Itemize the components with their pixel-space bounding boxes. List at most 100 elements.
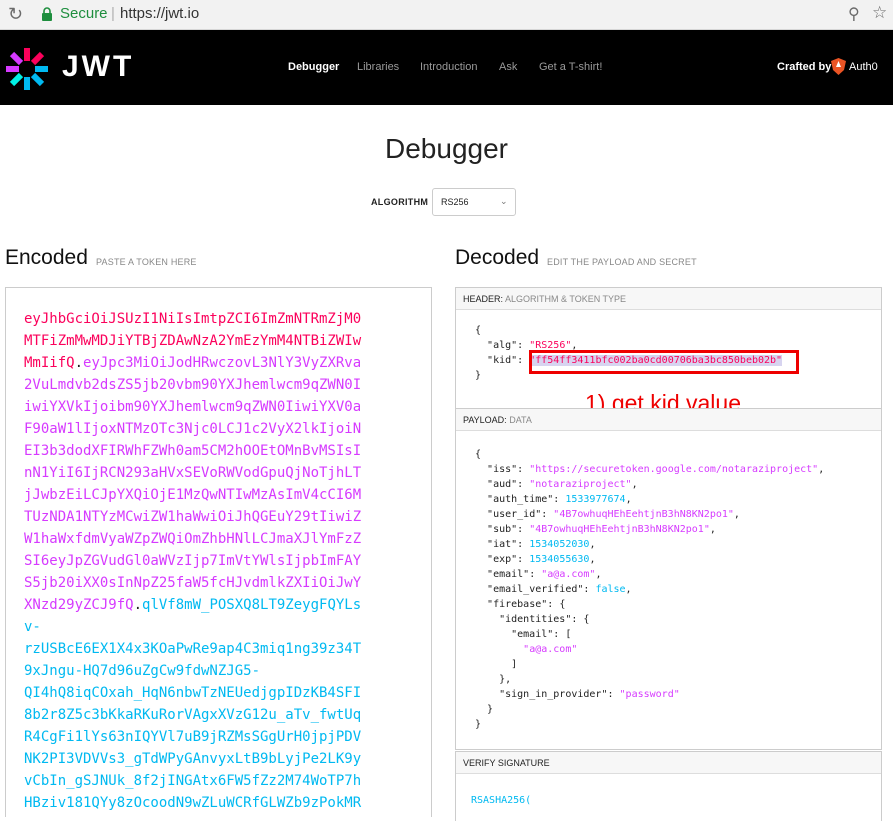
payload-panel-title: PAYLOAD: DATA [456, 409, 881, 431]
encoded-line: QI4hQ8iqCOxah_HqN6nbwTzNEUedjgpIDzKB4SFI [24, 682, 361, 704]
json-line: "sub": "4B7owhuqHEhEehtjnB3hN8KN2po1", [487, 524, 716, 535]
zoom-icon[interactable]: ⚲ [848, 4, 860, 24]
encoded-segment: 9xJngu-HQ7d96uZgCw9fdwNZJG5- [24, 663, 261, 679]
json-line: "aud": "notaraziproject", [487, 479, 638, 490]
encoded-segment: NK2PI3VDVVs3_gTdWPyGAnvyxLtB9bLyjPe2LK9y [24, 751, 362, 767]
json-line: "exp": 1534055630, [487, 554, 596, 565]
json-line: { [475, 449, 482, 460]
json-line: "email_verified": false, [487, 584, 632, 595]
encoded-segment: nN1YiI6IjRCN293aHVxSEVoRWVodGpuQjNoTjhLT [24, 465, 362, 481]
verify-signature-panel: VERIFY SIGNATURE [455, 751, 882, 821]
encoded-line: F90aW1lIjoxNTMzOTc3Njc0LCJ1c2VyX2lkIjoiN [24, 418, 361, 440]
page-title: Debugger [385, 133, 508, 164]
encoded-line: XNzd29yZCJ9fQ.qlVf8mW_POSXQ8LT9ZeygFQYLs [24, 594, 361, 616]
json-line: "iat": 1534052030, [487, 539, 596, 550]
encoded-segment: 2VuLmdvb2dsZS5jb20vbm90YXJhemlwcm9qZWN0I [24, 377, 362, 393]
kid-highlight-box [529, 350, 799, 374]
secure-label: Secure [60, 5, 108, 22]
encoded-line: 2VuLmdvb2dsZS5jb20vbm90YXJhemlwcm9qZWN0I [24, 374, 361, 396]
encoded-segment: eyJhbGciOiJSUzI1NiIsImtpZCI6ImZmNTRmZjM0 [24, 311, 362, 327]
encoded-segment: eyJpc3MiOiJodHRwczovL3NlY3VyZXRva [83, 355, 362, 371]
json-line: "sign_in_provider": "password" [499, 689, 680, 700]
encoded-line: vCbIn_gSJNUk_8f2jINGAtx6FW5fZz2M74WoTP7h [24, 770, 361, 792]
payload-json-editor[interactable]: { "iss": "https://securetoken.google.com… [475, 447, 824, 732]
encoded-line: v- [24, 616, 41, 638]
json-line: "email": [ [511, 629, 572, 640]
encoded-segment: MTFiZmMwMDJiYTBjZDAwNzA2YmEzYmM4NTBiZWIw [24, 333, 362, 349]
chevron-down-icon: ⌄ [500, 196, 508, 206]
browser-toolbar: ↻ Secure | https://jwt.io ⚲ ☆ [0, 0, 893, 30]
encoded-segment: SI6eyJpZGVudGl0aWVzIjp7ImVtYWlsIjpbImFAY [24, 553, 362, 569]
address-bar[interactable]: https://jwt.io [120, 5, 199, 22]
encoded-heading: Encoded [5, 246, 88, 269]
header-panel-title: HEADER: ALGORITHM & TOKEN TYPE [456, 288, 881, 310]
json-line: { [475, 325, 482, 336]
encoded-segment: jJwbzEiLCJpYXQiOjE1MzQwNTIwMzAsImV4cCI6M [24, 487, 362, 503]
encoded-segment: W1haWxfdmVyaWZpZWQiOmZhbHNlLCJmaXJlYmFzZ [24, 531, 362, 547]
encoded-segment: TUzNDA1NTYzMCwiZW1haWwiOiJhQGEuY29tIiwiZ [24, 509, 362, 525]
json-line: "firebase": { [487, 599, 566, 610]
encoded-segment: R4CgFi1lYs63nIQYVl7uB9jRZMsSGgUrH0jpjPDV [24, 729, 362, 745]
encoded-segment: vCbIn_gSJNUk_8f2jINGAtx6FW5fZz2M74WoTP7h [24, 773, 362, 789]
encoded-segment: QI4hQ8iqCOxah_HqN6nbwTzNEUedjgpIDzKB4SFI [24, 685, 362, 701]
verify-panel-title: VERIFY SIGNATURE [456, 752, 881, 774]
encoded-line: rzUSBcE6EX1X4x3KOaPwRe9ap4C3miq1ng39z34T [24, 638, 361, 660]
nav-debugger[interactable]: Debugger [288, 61, 339, 73]
encoded-line: NK2PI3VDVVs3_gTdWPyGAnvyxLtB9bLyjPe2LK9y [24, 748, 361, 770]
encoded-segment: 8b2r8Z5c3bKkaRKuRorVAgxXVzG12u_aTv_fwtUq [24, 707, 362, 723]
encoded-segment: F90aW1lIjoxNTMzOTc3Njc0LCJ1c2VyX2lkIjoiN [24, 421, 362, 437]
encoded-line: eyJhbGciOiJSUzI1NiIsImtpZCI6ImZmNTRmZjM0 [24, 308, 361, 330]
encoded-segment: . [74, 355, 84, 371]
encoded-segment: iwiYXVkIjoibm90YXJhemlwcm9qZWN0IiwiYXV0a [24, 399, 362, 415]
encoded-line: 8b2r8Z5c3bKkaRKuRorVAgxXVzG12u_aTv_fwtUq [24, 704, 361, 726]
reload-icon[interactable]: ↻ [8, 4, 23, 25]
json-line: "user_id": "4B7owhuqHEhEehtjnB3hN8KN2po1… [487, 509, 740, 520]
decoded-subheading: EDIT THE PAYLOAD AND SECRET [547, 257, 697, 267]
url-separator: | [111, 5, 115, 22]
encoded-segment: qlVf8mW_POSXQ8LT9ZeygFQYLs [142, 597, 362, 613]
encoded-line: R4CgFi1lYs63nIQYVl7uB9jRZMsSGgUrH0jpjPDV [24, 726, 361, 748]
bookmark-star-icon[interactable]: ☆ [872, 3, 887, 23]
encoded-line: TUzNDA1NTYzMCwiZW1haWwiOiJhQGEuY29tIiwiZ [24, 506, 361, 528]
nav-ask[interactable]: Ask [499, 61, 517, 73]
encoded-segment: MmIifQ [24, 355, 75, 371]
auth0-logo-icon[interactable] [831, 58, 846, 75]
encoded-line: 9xJngu-HQ7d96uZgCw9fdwNZJG5- [24, 660, 260, 682]
json-line: ] [511, 659, 518, 670]
algorithm-select[interactable]: RS256 ⌄ [432, 188, 516, 216]
encoded-subheading: PASTE A TOKEN HERE [96, 257, 197, 267]
verify-signature-code[interactable]: RSASHA256( [471, 793, 531, 808]
encoded-line: iwiYXVkIjoibm90YXJhemlwcm9qZWN0IiwiYXV0a [24, 396, 361, 418]
lock-icon [42, 7, 52, 21]
json-line: "auth_time": 1533977674, [487, 494, 632, 505]
encoded-segment: S5jb20iXX0sInNpZ25faW5fcHJvdmlkZXIiOiJwY [24, 575, 362, 591]
auth0-label[interactable]: Auth0 [849, 61, 878, 73]
encoded-segment: rzUSBcE6EX1X4x3KOaPwRe9ap4C3miq1ng39z34T [24, 641, 362, 657]
json-line: }, [499, 674, 512, 685]
encoded-line: MTFiZmMwMDJiYTBjZDAwNzA2YmEzYmM4NTBiZWIw [24, 330, 361, 352]
encoded-line: W1haWxfdmVyaWZpZWQiOmZhbHNlLCJmaXJlYmFzZ [24, 528, 361, 550]
encoded-line: EI3b3dodXFIRWhFZWh0am5CM2hOOEtOMnBvMSIsI [24, 440, 361, 462]
encoded-line: SI6eyJpZGVudGl0aWVzIjp7ImVtYWlsIjpbImFAY [24, 550, 361, 572]
nav-libraries[interactable]: Libraries [357, 61, 399, 73]
encoded-line: HBziv181QYy8zOcoodN9wZLuWCRfGLWZb9zPokMR [24, 792, 361, 814]
logo-text[interactable]: JWT [62, 50, 134, 84]
encoded-segment: . [133, 597, 143, 613]
decoded-heading: Decoded [455, 246, 540, 269]
algorithm-value: RS256 [441, 197, 469, 207]
encoded-line: S5jb20iXX0sInNpZ25faW5fcHJvdmlkZXIiOiJwY [24, 572, 361, 594]
nav-introduction[interactable]: Introduction [420, 61, 477, 73]
json-line: } [475, 719, 482, 730]
encoded-line: jJwbzEiLCJpYXQiOjE1MzQwNTIwMzAsImV4cCI6M [24, 484, 361, 506]
json-line: "email": "a@a.com", [487, 569, 602, 580]
nav-get-tshirt[interactable]: Get a T-shirt! [539, 61, 602, 73]
encoded-segment: v- [24, 619, 41, 635]
encoded-segment: XNzd29yZCJ9fQ [24, 597, 134, 613]
json-line: "iss": "https://securetoken.google.com/n… [487, 464, 825, 475]
json-line: "a@a.com" [523, 644, 578, 655]
json-line: } [487, 704, 494, 715]
json-line: "identities": { [499, 614, 590, 625]
top-nav: JWT Debugger Libraries Introduction Ask … [0, 30, 893, 105]
jwt-logo-icon[interactable] [4, 46, 50, 92]
crafted-by-label: Crafted by [777, 61, 832, 73]
